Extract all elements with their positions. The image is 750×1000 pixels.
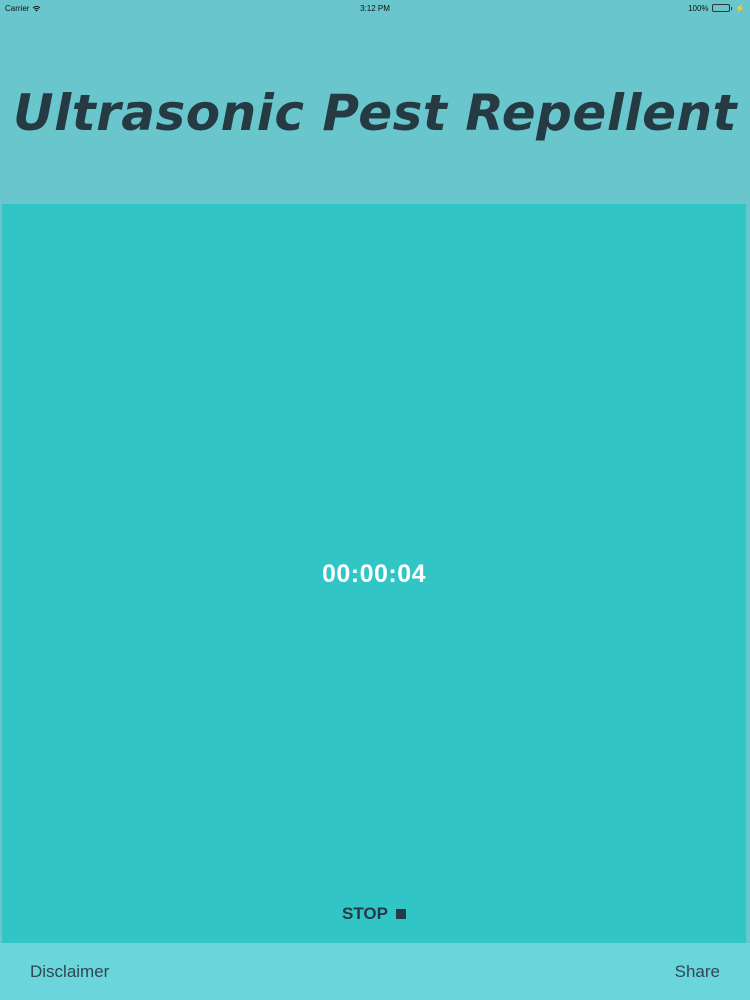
charging-icon: ⚡ — [735, 3, 745, 13]
stop-button[interactable]: STOP — [2, 904, 746, 924]
status-left: Carrier — [5, 4, 41, 13]
header: Ultrasonic Pest Repellent — [0, 16, 750, 204]
stop-label: STOP — [342, 904, 388, 923]
share-link[interactable]: Share — [675, 962, 720, 982]
carrier-label: Carrier — [5, 3, 30, 13]
elapsed-timer: 00:00:04 — [321, 560, 427, 588]
battery-tip-icon — [730, 6, 733, 10]
status-bar: Carrier 3:12 PM 100% ⚡ — [0, 0, 750, 16]
stop-square-icon — [395, 909, 406, 919]
battery-percent: 100% — [688, 3, 709, 13]
footer: Disclaimer Share — [0, 943, 750, 1000]
status-right: 100% ⚡ — [688, 4, 745, 13]
main-panel[interactable]: 00:00:04 STOP — [2, 204, 746, 943]
battery-icon — [711, 4, 730, 12]
wifi-icon — [33, 5, 41, 12]
app-title: Ultrasonic Pest Repellent — [12, 84, 738, 142]
disclaimer-link[interactable]: Disclaimer — [30, 962, 109, 982]
status-time: 3:12 PM — [360, 3, 390, 13]
